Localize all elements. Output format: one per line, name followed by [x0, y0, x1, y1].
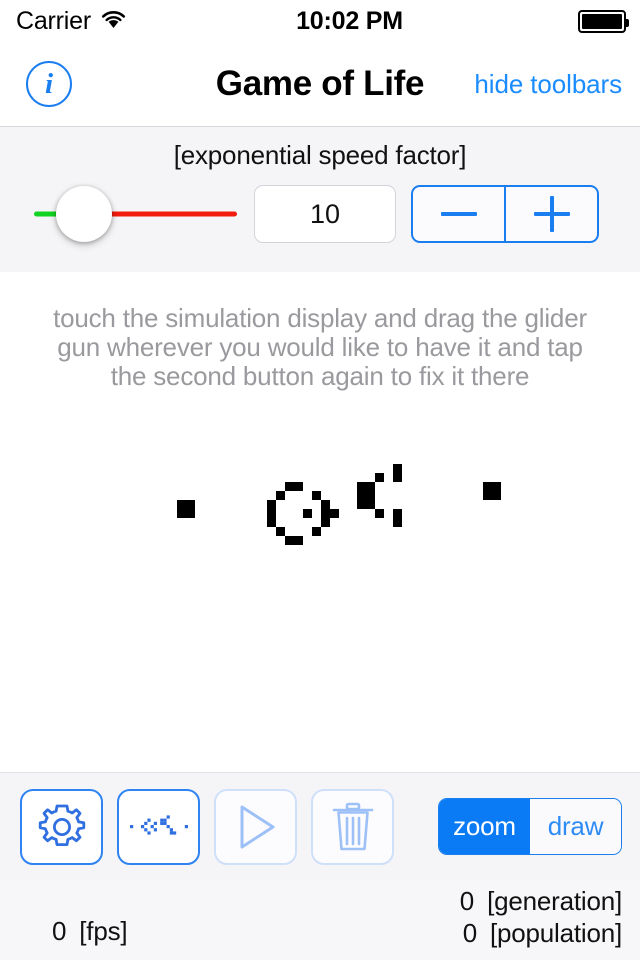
life-cell[interactable]: [366, 491, 375, 500]
hide-toolbars-button[interactable]: hide toolbars: [474, 69, 622, 100]
speed-stepper: [411, 185, 599, 243]
life-cell[interactable]: [285, 536, 294, 545]
decrement-button[interactable]: [413, 187, 504, 241]
life-cell[interactable]: [267, 509, 276, 518]
population-readout: 0 [population]: [462, 918, 623, 949]
life-cell[interactable]: [366, 500, 375, 509]
gear-icon: [35, 800, 89, 854]
play-button[interactable]: [214, 788, 297, 865]
life-cell[interactable]: [330, 509, 339, 518]
battery-full-icon: [578, 9, 629, 33]
play-icon: [232, 802, 280, 852]
life-cell[interactable]: [303, 509, 312, 518]
carrier-label: Carrier: [16, 6, 91, 35]
mode-option-draw[interactable]: draw: [530, 799, 621, 854]
generation-label: [generation]: [487, 886, 622, 916]
life-cell[interactable]: [375, 509, 384, 518]
status-bar-right: [578, 9, 629, 33]
life-cell[interactable]: [177, 500, 186, 509]
wifi-icon: [100, 7, 127, 36]
mode-segmented-control[interactable]: zoom draw: [438, 798, 622, 855]
life-cell[interactable]: [393, 518, 402, 527]
glider-gun-button[interactable]: [117, 788, 200, 865]
speed-slider[interactable]: [30, 185, 237, 243]
settings-button[interactable]: [20, 788, 103, 865]
life-cell[interactable]: [492, 491, 501, 500]
slider-thumb[interactable]: [56, 186, 112, 242]
speed-panel-label: [exponential speed factor]: [173, 140, 467, 170]
minus-icon: [440, 212, 477, 216]
population-label: [population]: [489, 918, 622, 948]
life-cell[interactable]: [375, 473, 384, 482]
life-cell[interactable]: [267, 518, 276, 527]
life-cell[interactable]: [186, 500, 195, 509]
life-cell[interactable]: [186, 509, 195, 518]
life-cell[interactable]: [357, 491, 366, 500]
generation-value: 0: [459, 886, 475, 916]
increment-button[interactable]: [504, 187, 597, 241]
life-cell[interactable]: [483, 491, 492, 500]
glider-gun-icon: [129, 810, 188, 844]
population-value: 0: [462, 918, 477, 948]
status-bar: Carrier 10:02 PM: [0, 0, 640, 42]
mode-option-zoom[interactable]: zoom: [439, 799, 530, 854]
trash-icon: [330, 801, 376, 853]
plus-icon: [533, 196, 570, 232]
app-root: Carrier 10:02 PM i Game of Life hide too…: [0, 0, 640, 960]
clock-label: 10:02 PM: [296, 6, 403, 35]
life-cell[interactable]: [285, 482, 294, 491]
speed-value-input[interactable]: 10: [254, 185, 396, 243]
nav-bar: i Game of Life hide toolbars: [0, 42, 640, 127]
life-cell[interactable]: [177, 509, 186, 518]
life-cell[interactable]: [321, 500, 330, 509]
life-cell[interactable]: [276, 527, 285, 536]
life-cell[interactable]: [267, 500, 276, 509]
fps-value: 0: [52, 916, 67, 946]
life-cell[interactable]: [357, 482, 366, 491]
fps-readout: 0 [fps]: [52, 916, 128, 947]
life-cell[interactable]: [393, 509, 402, 518]
life-cell[interactable]: [357, 500, 366, 509]
life-cell[interactable]: [312, 491, 321, 500]
info-circle-icon[interactable]: i: [26, 61, 72, 107]
life-cell[interactable]: [321, 518, 330, 527]
life-cell[interactable]: [321, 509, 330, 518]
life-cell[interactable]: [366, 482, 375, 491]
life-cell[interactable]: [492, 482, 501, 491]
bottom-toolbar: zoom draw: [0, 772, 640, 880]
life-cell[interactable]: [393, 464, 402, 473]
status-readouts: 0 [fps] 0 [generation] 0 [population]: [0, 880, 640, 960]
fps-label: [fps]: [79, 916, 128, 946]
life-cell[interactable]: [393, 473, 402, 482]
clear-button[interactable]: [311, 788, 394, 865]
life-cell[interactable]: [483, 482, 492, 491]
life-cell[interactable]: [276, 491, 285, 500]
life-cell[interactable]: [294, 536, 303, 545]
status-bar-left: Carrier: [16, 7, 127, 36]
simulation-display[interactable]: touch the simulation display and drag th…: [0, 272, 640, 772]
speed-controls-row: 10: [0, 185, 640, 243]
generation-readout: 0 [generation]: [460, 886, 622, 917]
info-button-label: i: [44, 67, 54, 100]
life-cell[interactable]: [294, 482, 303, 491]
life-cell[interactable]: [312, 527, 321, 536]
simulation-hint-text: touch the simulation display and drag th…: [53, 303, 587, 391]
speed-panel: [exponential speed factor] 10: [0, 127, 640, 272]
